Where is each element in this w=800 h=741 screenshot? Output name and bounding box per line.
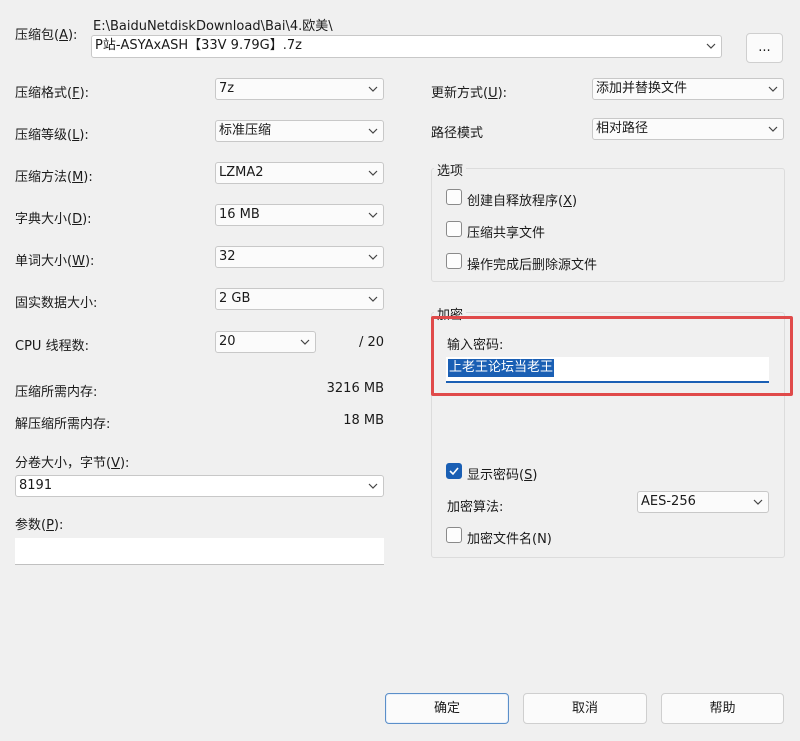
archive-path: E:\BaiduNetdiskDownload\Bai\4.欧美\ [93,19,333,34]
enc-method-value: AES-256 [641,494,696,509]
mem-decompress-label: 解压缩所需内存: [15,417,111,432]
encrypt-names-checkbox[interactable] [446,527,462,543]
archive-filename: P站-ASYAxASH【33V 9.79G】.7z [95,38,302,53]
pathmode-label: 路径模式 [431,126,484,141]
threads-value: 20 [219,334,236,349]
options-title: 选项 [434,160,467,179]
chevron-down-icon [368,168,378,178]
enc-method-label: 加密算法: [447,500,504,515]
update-select[interactable]: 添加并替换文件 [592,78,784,100]
dict-label: 字典大小(D): [15,212,92,227]
mem-decompress-value: 18 MB [343,413,384,428]
password-input[interactable]: 上老王论坛当老王 [446,357,769,383]
level-select[interactable]: 标准压缩 [215,120,384,142]
archive-filename-combo[interactable]: P站-ASYAxASH【33V 9.79G】.7z [91,35,722,58]
chevron-down-icon [753,497,763,507]
word-select[interactable]: 32 [215,246,384,268]
dict-value: 16 MB [219,207,260,222]
delete-checkbox[interactable] [446,253,462,269]
chevron-down-icon [368,294,378,304]
shared-checkbox[interactable] [446,221,462,237]
chevron-down-icon [368,481,378,491]
method-select[interactable]: LZMA2 [215,162,384,184]
mem-compress-value: 3216 MB [326,381,384,396]
params-input[interactable] [15,538,384,565]
chevron-down-icon [368,126,378,136]
word-label: 单词大小(W): [15,254,95,269]
chevron-down-icon [768,124,778,134]
word-value: 32 [219,249,236,264]
chevron-down-icon [768,84,778,94]
dict-select[interactable]: 16 MB [215,204,384,226]
password-label: 输入密码: [447,338,504,353]
level-label: 压缩等级(L): [15,128,89,143]
chevron-down-icon [706,41,716,51]
update-label: 更新方式(U): [431,86,508,101]
format-value: 7z [219,81,235,96]
enc-method-select[interactable]: AES-256 [637,491,769,513]
show-password-label[interactable]: 显示密码(S) [467,464,537,483]
pathmode-value: 相对路径 [596,121,649,136]
threads-max: / 20 [358,335,384,350]
shared-label[interactable]: 压缩共享文件 [467,222,545,241]
password-value: 上老王论坛当老王 [448,359,555,377]
delete-label[interactable]: 操作完成后删除源文件 [467,254,597,273]
method-value: LZMA2 [219,165,264,180]
highlight-box [431,316,793,396]
threads-label: CPU 线程数: [15,339,89,354]
archive-label: 压缩包(A): [15,28,78,43]
method-label: 压缩方法(M): [15,170,93,185]
chevron-down-icon [368,210,378,220]
sfx-checkbox[interactable] [446,189,462,205]
format-select[interactable]: 7z [215,78,384,100]
solid-label: 固实数据大小: [15,296,98,311]
ok-button[interactable]: 确定 [385,693,509,724]
level-value: 标准压缩 [219,123,272,138]
help-button[interactable]: 帮助 [661,693,784,724]
chevron-down-icon [368,84,378,94]
check-icon [449,467,459,476]
solid-select[interactable]: 2 GB [215,288,384,310]
sfx-label[interactable]: 创建自释放程序(X) [467,190,577,209]
volume-combo[interactable]: 8191 [15,475,384,497]
volume-label: 分卷大小，字节(V): [15,456,130,471]
show-password-checkbox[interactable] [446,463,462,479]
mem-compress-label: 压缩所需内存: [15,385,98,400]
encrypt-names-label[interactable]: 加密文件名(N) [467,528,552,547]
chevron-down-icon [368,252,378,262]
volume-value: 8191 [19,478,53,493]
threads-select[interactable]: 20 [215,331,316,353]
chevron-down-icon [300,337,310,347]
solid-value: 2 GB [219,291,251,306]
format-label: 压缩格式(F): [15,86,90,101]
update-value: 添加并替换文件 [596,81,688,96]
browse-button[interactable]: ... [746,33,783,63]
pathmode-select[interactable]: 相对路径 [592,118,784,140]
cancel-button[interactable]: 取消 [523,693,647,724]
params-label: 参数(P): [15,518,64,533]
